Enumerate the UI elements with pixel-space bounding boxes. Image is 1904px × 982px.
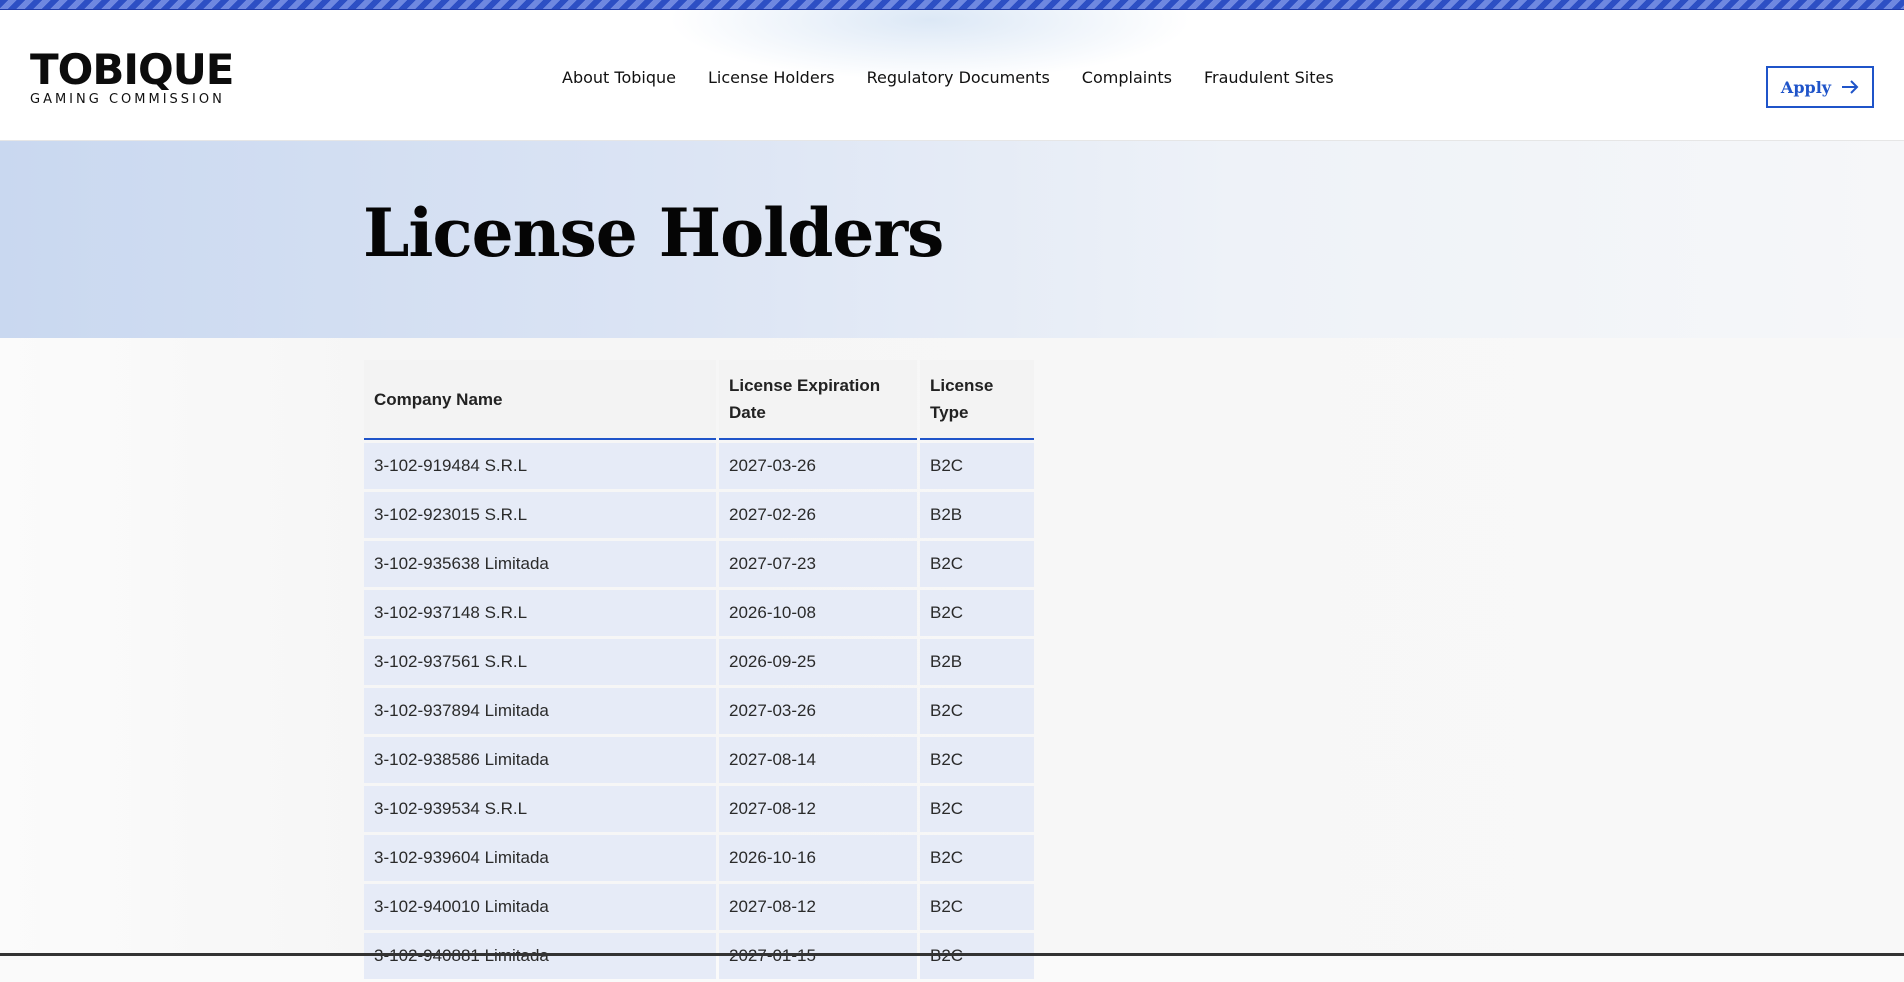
cell-company-name: 3-102-937148 S.R.L <box>364 590 716 636</box>
cell-company-name: 3-102-940010 Limitada <box>364 884 716 930</box>
cell-expiration-date: 2027-08-12 <box>719 884 917 930</box>
cell-expiration-date: 2027-01-15 <box>719 933 917 979</box>
cell-expiration-date: 2027-03-26 <box>719 688 917 734</box>
cell-license-type: B2C <box>920 884 1034 930</box>
page-title: License Holders <box>363 194 944 272</box>
cell-company-name: 3-102-923015 S.R.L <box>364 492 716 538</box>
cell-company-name: 3-102-937894 Limitada <box>364 688 716 734</box>
table-row: 3-102-939604 Limitada 2026-10-16 B2C <box>364 835 1034 881</box>
column-header-company-name[interactable]: Company Name <box>364 360 716 440</box>
cell-license-type: B2C <box>920 933 1034 979</box>
site-header: TOBIQUE GAMING COMMISSION About Tobique … <box>0 10 1904 141</box>
cell-expiration-date: 2026-10-08 <box>719 590 917 636</box>
cell-company-name: 3-102-938586 Limitada <box>364 737 716 783</box>
page-hero: License Holders <box>0 141 1904 338</box>
cell-license-type: B2B <box>920 492 1034 538</box>
nav-fraudulent-sites[interactable]: Fraudulent Sites <box>1204 68 1334 87</box>
table-row: 3-102-940010 Limitada 2027-08-12 B2C <box>364 884 1034 930</box>
cell-license-type: B2C <box>920 786 1034 832</box>
table-row: 3-102-937148 S.R.L 2026-10-08 B2C <box>364 590 1034 636</box>
nav-about-tobique[interactable]: About Tobique <box>562 68 676 87</box>
nav-complaints[interactable]: Complaints <box>1082 68 1172 87</box>
cell-expiration-date: 2027-07-23 <box>719 541 917 587</box>
top-decorative-stripe <box>0 0 1904 10</box>
main-navigation: About Tobique License Holders Regulatory… <box>562 68 1334 87</box>
cell-company-name: 3-102-940881 Limitada <box>364 933 716 979</box>
logo-wordmark: TOBIQUE <box>30 45 234 94</box>
cell-expiration-date: 2026-10-16 <box>719 835 917 881</box>
table-header-row: Company Name License Expiration Date Lic… <box>364 360 1034 440</box>
table-row: 3-102-923015 S.R.L 2027-02-26 B2B <box>364 492 1034 538</box>
apply-button[interactable]: Apply <box>1766 66 1874 108</box>
main-content: Company Name License Expiration Date Lic… <box>0 338 1904 979</box>
table-row: 3-102-935638 Limitada 2027-07-23 B2C <box>364 541 1034 587</box>
column-header-license-expiration[interactable]: License Expiration Date <box>719 360 917 440</box>
cell-license-type: B2C <box>920 541 1034 587</box>
cell-company-name: 3-102-939534 S.R.L <box>364 786 716 832</box>
arrow-right-icon <box>1841 80 1859 94</box>
license-holders-table: Company Name License Expiration Date Lic… <box>361 357 1037 982</box>
table-row: 3-102-937894 Limitada 2027-03-26 B2C <box>364 688 1034 734</box>
cell-company-name: 3-102-919484 S.R.L <box>364 443 716 489</box>
cell-license-type: B2C <box>920 590 1034 636</box>
apply-button-label: Apply <box>1780 77 1832 97</box>
nav-regulatory-documents[interactable]: Regulatory Documents <box>867 68 1050 87</box>
cell-expiration-date: 2026-09-25 <box>719 639 917 685</box>
cell-company-name: 3-102-937561 S.R.L <box>364 639 716 685</box>
cell-license-type: B2C <box>920 443 1034 489</box>
cell-expiration-date: 2027-08-14 <box>719 737 917 783</box>
table-row: 3-102-939534 S.R.L 2027-08-12 B2C <box>364 786 1034 832</box>
cell-expiration-date: 2027-03-26 <box>719 443 917 489</box>
nav-license-holders[interactable]: License Holders <box>708 68 835 87</box>
cell-expiration-date: 2027-08-12 <box>719 786 917 832</box>
site-logo[interactable]: TOBIQUE GAMING COMMISSION <box>30 48 234 107</box>
cell-company-name: 3-102-939604 Limitada <box>364 835 716 881</box>
table-row: 3-102-940881 Limitada 2027-01-15 B2C <box>364 933 1034 979</box>
cell-expiration-date: 2027-02-26 <box>719 492 917 538</box>
cell-company-name: 3-102-935638 Limitada <box>364 541 716 587</box>
table-row: 3-102-937561 S.R.L 2026-09-25 B2B <box>364 639 1034 685</box>
cell-license-type: B2C <box>920 688 1034 734</box>
logo-tagline: GAMING COMMISSION <box>30 92 225 107</box>
cell-license-type: B2C <box>920 737 1034 783</box>
column-header-license-type[interactable]: License Type <box>920 360 1034 440</box>
cell-license-type: B2B <box>920 639 1034 685</box>
table-row: 3-102-938586 Limitada 2027-08-14 B2C <box>364 737 1034 783</box>
cell-license-type: B2C <box>920 835 1034 881</box>
table-row: 3-102-919484 S.R.L 2027-03-26 B2C <box>364 443 1034 489</box>
